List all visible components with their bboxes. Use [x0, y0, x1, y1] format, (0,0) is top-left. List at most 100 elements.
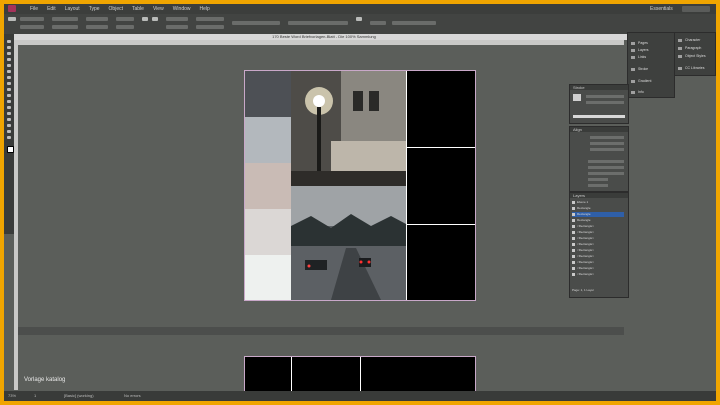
menu-item-character[interactable]: Character [678, 38, 700, 42]
layer-row[interactable]: <Rectangle> [572, 230, 624, 235]
eye-icon[interactable] [572, 224, 575, 228]
opacity-slider[interactable] [392, 21, 436, 25]
eye-icon[interactable] [572, 212, 575, 216]
stroke-weight-field[interactable] [196, 17, 224, 21]
shear-field[interactable] [116, 25, 134, 29]
menu-item-cc-libraries[interactable]: CC Libraries [678, 66, 704, 70]
gradient-tool-icon[interactable] [7, 112, 11, 115]
eye-icon[interactable] [572, 248, 575, 252]
layer-row[interactable]: <Rectangle> [572, 248, 624, 253]
rainy-road-photo[interactable] [291, 186, 406, 300]
stroke-type-field[interactable] [586, 101, 624, 104]
error-status[interactable]: No errors [124, 393, 141, 398]
eye-icon[interactable] [572, 272, 575, 276]
pencil-tool-icon[interactable] [7, 82, 11, 85]
flip-vertical-icon[interactable] [152, 17, 158, 21]
menu-item-pages[interactable]: Pages [631, 41, 648, 45]
align-field-1[interactable] [590, 136, 624, 139]
menu-help[interactable]: Help [200, 6, 210, 12]
menu-file[interactable]: File [30, 6, 38, 12]
eye-icon[interactable] [572, 266, 575, 270]
flip-horizontal-icon[interactable] [142, 17, 148, 21]
pen-tool-icon[interactable] [7, 76, 11, 79]
layer-row[interactable]: Ebene 1 [572, 200, 624, 205]
rectangle-tool-icon[interactable] [7, 94, 11, 97]
image-frame-2[interactable] [407, 148, 475, 224]
layer-row-selected[interactable]: Rectangle [572, 212, 624, 217]
layer-row[interactable]: <Rectangle> [572, 266, 624, 271]
layer-row[interactable]: <Rectangle> [572, 224, 624, 229]
stroke-gap-field[interactable] [573, 115, 625, 118]
align-field-2[interactable] [590, 142, 624, 145]
eye-icon[interactable] [572, 200, 575, 204]
eye-icon[interactable] [572, 254, 575, 258]
menu-window[interactable]: Window [173, 6, 191, 12]
align-field-8[interactable] [588, 184, 608, 187]
layer-row[interactable]: <Rectangle> [572, 254, 624, 259]
preflight-status[interactable]: [Basic] (working) [64, 393, 94, 398]
height-field[interactable] [52, 25, 78, 29]
color-swatch-5[interactable] [245, 255, 291, 300]
page-spread-1[interactable] [244, 70, 476, 301]
menu-view[interactable]: View [153, 6, 164, 12]
menu-object[interactable]: Object [109, 6, 123, 12]
transform-tool-icon[interactable] [7, 106, 11, 109]
menu-item-gradient[interactable]: Gradient [631, 79, 651, 83]
y-field[interactable] [20, 25, 44, 29]
type-tool-icon[interactable] [7, 64, 11, 67]
color-swatch-2[interactable] [245, 117, 291, 163]
layer-row[interactable]: <Rectangle> [572, 260, 624, 265]
layer-row[interactable]: Rectangle [572, 206, 624, 211]
scale-y-field[interactable] [86, 25, 108, 29]
layer-row[interactable]: <Rectangle> [572, 272, 624, 277]
x-field[interactable] [20, 17, 44, 21]
menu-item-stroke[interactable]: Stroke [631, 67, 648, 71]
menu-item-paragraph[interactable]: Paragraph [678, 46, 701, 50]
selection-tool-icon[interactable] [7, 40, 11, 43]
menu-type[interactable]: Type [89, 6, 100, 12]
direct-selection-tool-icon[interactable] [7, 46, 11, 49]
note-tool-icon[interactable] [7, 118, 11, 121]
zoom-level[interactable]: 73% [8, 393, 16, 398]
search-input[interactable] [682, 6, 710, 12]
lamp-photo[interactable] [291, 71, 406, 186]
fill-stroke-icon[interactable] [7, 146, 14, 153]
menu-item-info[interactable]: Info [631, 90, 644, 94]
eye-icon[interactable] [572, 236, 575, 240]
align-field-6[interactable] [588, 172, 624, 175]
eyedropper-tool-icon[interactable] [7, 124, 11, 127]
workspace-switcher[interactable]: Essentials [650, 6, 673, 12]
align-field-4[interactable] [588, 160, 624, 163]
menu-table[interactable]: Table [132, 6, 144, 12]
stroke-type-select[interactable] [196, 25, 224, 29]
fitting-buttons[interactable] [288, 21, 348, 25]
eye-icon[interactable] [572, 218, 575, 222]
image-frame-3[interactable] [407, 225, 475, 300]
scissors-tool-icon[interactable] [7, 100, 11, 103]
menu-edit[interactable]: Edit [47, 6, 56, 12]
scale-x-field[interactable] [86, 17, 108, 21]
hand-tool-icon[interactable] [7, 130, 11, 133]
layer-row[interactable]: <Rectangle> [572, 236, 624, 241]
eye-icon[interactable] [572, 206, 575, 210]
rectangle-frame-tool-icon[interactable] [7, 88, 11, 91]
layer-row[interactable]: <Rectangle> [572, 242, 624, 247]
align-field-3[interactable] [590, 148, 624, 151]
menu-layout[interactable]: Layout [65, 6, 80, 12]
rotate-field[interactable] [116, 17, 134, 21]
align-field-7[interactable] [588, 178, 608, 181]
effects-controls[interactable] [232, 21, 280, 25]
eye-icon[interactable] [572, 242, 575, 246]
auto-fit-checkbox[interactable] [356, 17, 362, 21]
color-swatch-3[interactable] [245, 163, 291, 209]
line-tool-icon[interactable] [7, 70, 11, 73]
menu-item-layers[interactable]: Layers [631, 48, 649, 52]
layer-row[interactable]: Rectangle [572, 218, 624, 223]
eye-icon[interactable] [572, 230, 575, 234]
menu-item-links[interactable]: Links [631, 55, 646, 59]
stroke-preview-icon[interactable] [573, 94, 581, 101]
color-swatch-1[interactable] [245, 71, 291, 117]
zoom-tool-icon[interactable] [7, 136, 11, 139]
reference-point-icon[interactable] [8, 17, 16, 21]
image-frame-1[interactable] [407, 71, 475, 147]
